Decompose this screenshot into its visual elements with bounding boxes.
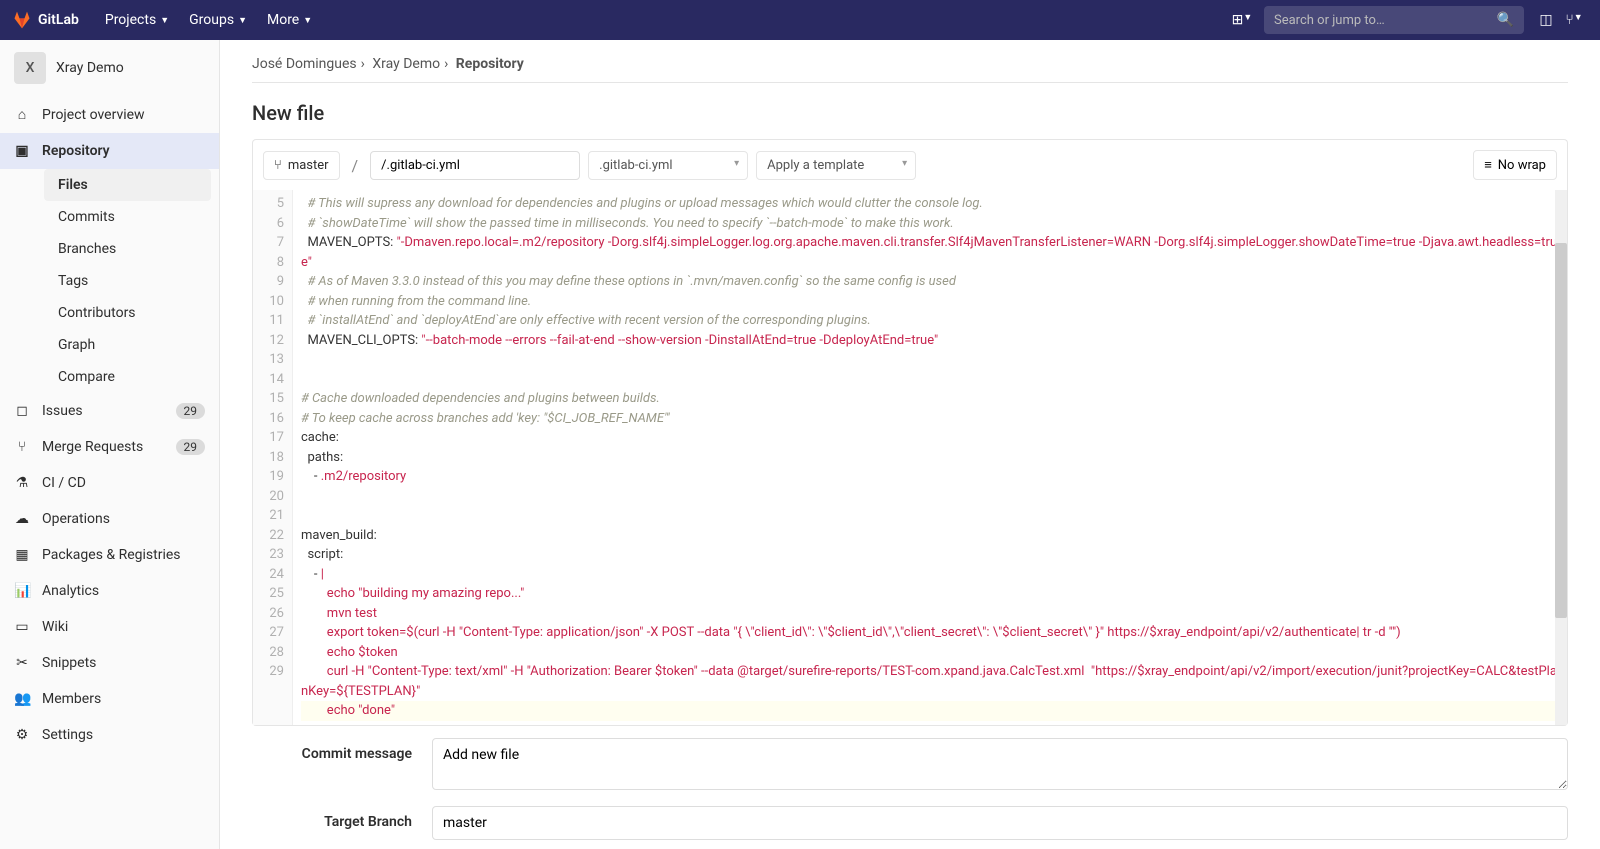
sidebar-item-operations[interactable]: ☁Operations [0,501,219,537]
no-wrap-button[interactable]: ≡No wrap [1473,150,1557,180]
operations-icon: ☁ [14,511,30,527]
gitlab-logo[interactable]: GitLab [12,10,79,30]
sidebar-item-packages[interactable]: ▦Packages & Registries [0,537,219,573]
sidebar-subitem-commits[interactable]: Commits [44,201,219,233]
breadcrumb: José Domingues› Xray Demo› Repository [252,56,1568,83]
sidebar-item-issues[interactable]: ◻Issues29 [0,393,219,429]
global-search[interactable]: 🔍 [1264,6,1524,34]
sidebar-item-members[interactable]: 👥Members [0,681,219,717]
page-title: New file [252,101,1568,125]
sidebar-item-wiki[interactable]: ▭Wiki [0,609,219,645]
nav-more[interactable]: More▼ [257,12,322,28]
branch-selector[interactable]: ⑂ master [263,151,340,180]
sidebar-item-cicd[interactable]: ⚗CI / CD [0,465,219,501]
vertical-scrollbar[interactable] [1555,190,1567,725]
mr-count-badge: 29 [176,439,206,455]
sidebar-subitem-contributors[interactable]: Contributors [44,297,219,329]
breadcrumb-user[interactable]: José Domingues [252,56,357,72]
sidebar-item-analytics[interactable]: 📊Analytics [0,573,219,609]
breadcrumb-page: Repository [456,56,524,72]
target-branch-row: Target Branch [252,806,1568,840]
breadcrumb-project[interactable]: Xray Demo [372,56,440,72]
project-header[interactable]: X Xray Demo [0,40,219,96]
target-branch-label: Target Branch [252,806,432,830]
commit-message-row: Commit message [252,738,1568,794]
template-type-select[interactable]: .gitlab-ci.yml [588,151,748,180]
repository-icon: ▣ [14,143,30,159]
top-navbar: GitLab Projects▼ Groups▼ More▼ ⊞ ▼ 🔍 ◫ ⑂… [0,0,1600,40]
merge-requests-icon[interactable]: ⑂ ▼ [1560,12,1588,28]
package-icon: ▦ [14,547,30,563]
main-content: José Domingues› Xray Demo› Repository Ne… [220,40,1600,849]
repository-submenu: Files Commits Branches Tags Contributors… [0,169,219,393]
search-input[interactable] [1274,13,1497,28]
project-name: Xray Demo [56,60,124,76]
code-content[interactable]: # This will supress any download for dep… [293,190,1567,725]
issues-icon[interactable]: ◫ [1532,12,1560,28]
book-icon: ▭ [14,619,30,635]
branch-icon: ⑂ [274,158,282,173]
merge-icon: ⑂ [14,439,30,455]
sidebar-subitem-compare[interactable]: Compare [44,361,219,393]
nav-groups[interactable]: Groups▼ [179,12,257,28]
target-branch-input[interactable] [432,806,1568,840]
line-numbers-gutter: 5678910111213141516171819202122232425262… [253,190,293,725]
nav-projects[interactable]: Projects▼ [95,12,179,28]
sidebar-item-merge-requests[interactable]: ⑂Merge Requests29 [0,429,219,465]
filename-input[interactable] [370,151,580,180]
chevron-down-icon: ▼ [303,15,312,26]
rocket-icon: ⚗ [14,475,30,491]
home-icon: ⌂ [14,106,30,123]
wrap-icon: ≡ [1484,157,1492,173]
search-icon: 🔍 [1497,12,1514,28]
code-editor[interactable]: 5678910111213141516171819202122232425262… [252,190,1568,726]
users-icon: 👥 [14,691,30,707]
path-separator: / [348,156,363,175]
sidebar-item-repository[interactable]: ▣Repository [0,133,219,169]
plus-icon[interactable]: ⊞ ▼ [1228,12,1256,28]
sidebar-subitem-graph[interactable]: Graph [44,329,219,361]
sidebar-subitem-tags[interactable]: Tags [44,265,219,297]
commit-message-label: Commit message [252,738,432,762]
file-toolbar: ⑂ master / .gitlab-ci.yml Apply a templa… [252,139,1568,190]
project-avatar: X [14,52,46,84]
sidebar-subitem-branches[interactable]: Branches [44,233,219,265]
sidebar-item-overview[interactable]: ⌂Project overview [0,96,219,133]
brand-text: GitLab [38,12,79,28]
chevron-down-icon: ▼ [160,15,169,26]
sidebar-subitem-files[interactable]: Files [44,169,211,201]
sidebar: X Xray Demo ⌂Project overview ▣Repositor… [0,40,220,849]
sidebar-item-settings[interactable]: ⚙Settings [0,717,219,753]
scissors-icon: ✂ [14,655,30,671]
commit-message-input[interactable] [432,738,1568,790]
chevron-down-icon: ▼ [238,15,247,26]
gitlab-icon [12,10,32,30]
issues-count-badge: 29 [176,403,206,419]
issues-icon: ◻ [14,403,30,419]
sidebar-item-snippets[interactable]: ✂Snippets [0,645,219,681]
gear-icon: ⚙ [14,727,30,743]
analytics-icon: 📊 [14,583,30,599]
apply-template-select[interactable]: Apply a template [756,151,916,180]
